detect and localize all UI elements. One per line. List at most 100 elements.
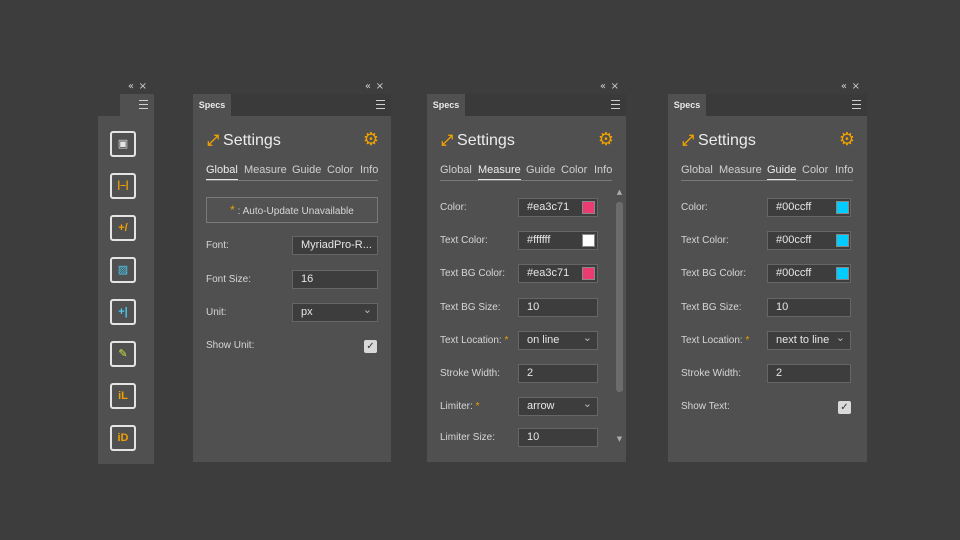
tool-measure-button[interactable]: |–|	[110, 173, 136, 199]
nav-color[interactable]: Color	[561, 164, 587, 176]
tools-tabbar-gap	[98, 94, 120, 116]
text-color-swatch[interactable]	[836, 234, 849, 247]
title-text: Settings	[457, 132, 515, 149]
expand-arrow-icon: ⤢	[441, 132, 454, 149]
gear-icon[interactable]: ⚙	[598, 129, 614, 150]
nav-info[interactable]: Info	[835, 164, 853, 176]
limiter-select[interactable]: arrow	[518, 397, 598, 416]
auto-update-label: : Auto-Update Unavailable	[237, 206, 354, 217]
select-value: next to line	[776, 334, 830, 346]
panel-tabbar: Specs	[668, 94, 867, 116]
tab-specs[interactable]: Specs	[668, 94, 706, 116]
collapse-icon[interactable]: «	[841, 81, 847, 93]
scroll-thumb[interactable]	[616, 202, 623, 392]
font-input[interactable]: MyriadPro-R...	[292, 236, 378, 255]
panel-tabbar: Specs	[427, 94, 626, 116]
text-bg-color-swatch[interactable]	[836, 267, 849, 280]
settings-nav: Global Measure Guide Color Info	[440, 164, 612, 180]
settings-nav: Global Measure Guide Color Info	[206, 164, 378, 180]
tool-frame-button[interactable]: ▣	[110, 131, 136, 157]
color-swatch[interactable]	[582, 201, 595, 214]
field-text-color: Text Color: #ffffff	[440, 231, 616, 252]
collapse-icon[interactable]: «	[600, 81, 606, 93]
nav-measure[interactable]: Measure	[478, 164, 521, 180]
panel-menu-icon[interactable]	[139, 100, 148, 109]
panel-menu-icon[interactable]	[376, 100, 385, 109]
nav-global[interactable]: Global	[440, 164, 472, 176]
font-size-input[interactable]: 16	[292, 270, 378, 289]
field-font-size: Font Size: 16	[206, 270, 381, 291]
color-swatch[interactable]	[836, 201, 849, 214]
auto-update-button[interactable]: * : Auto-Update Unavailable	[206, 197, 378, 223]
collapse-icon[interactable]: «	[365, 81, 371, 93]
tab-specs[interactable]: Specs	[193, 94, 231, 116]
nav-global[interactable]: Global	[206, 164, 238, 180]
text-bg-size-input[interactable]: 10	[518, 298, 598, 317]
field-text-location: Text Location: * on line	[440, 331, 616, 352]
field-text-bg-size: Text BG Size: 10	[440, 298, 616, 319]
collapse-icon[interactable]: «	[128, 81, 134, 93]
nav-color[interactable]: Color	[327, 164, 353, 176]
panel-header	[193, 80, 391, 94]
text-color-swatch[interactable]	[582, 234, 595, 247]
nav-divider	[440, 180, 612, 181]
color-picker-icon: ✎	[118, 348, 128, 360]
field-stroke-width: Stroke Width: 2	[440, 364, 616, 385]
limiter-size-input[interactable]: 10	[518, 428, 598, 447]
panel-menu-icon[interactable]	[852, 100, 861, 109]
field-text-color: Text Color: #00ccff	[681, 231, 857, 252]
tool-info-l-button[interactable]: iL	[110, 383, 136, 409]
unit-select[interactable]: px	[292, 303, 378, 322]
tool-color-button[interactable]: ✎	[110, 341, 136, 367]
scroll-down-icon[interactable]: ▼	[615, 435, 624, 443]
panel-header	[427, 80, 626, 94]
text-location-select[interactable]: next to line	[767, 331, 851, 350]
nav-global[interactable]: Global	[681, 164, 713, 176]
field-label: Limiter Size:	[440, 432, 496, 443]
close-icon[interactable]: ×	[376, 81, 384, 93]
settings-nav: Global Measure Guide Color Info	[681, 164, 853, 180]
field-label: Text Color:	[681, 235, 729, 246]
stroke-width-input[interactable]: 2	[767, 364, 851, 383]
field-show-unit: Show Unit: ✓	[206, 336, 381, 357]
text-bg-size-input[interactable]: 10	[767, 298, 851, 317]
star-icon: *	[504, 335, 509, 346]
tool-info-d-button[interactable]: iD	[110, 425, 136, 451]
label-text: Limiter:	[440, 401, 473, 412]
tab-specs[interactable]: Specs	[427, 94, 465, 116]
panel-menu-icon[interactable]	[611, 100, 620, 109]
label-text: Text Location:	[440, 335, 502, 346]
nav-measure[interactable]: Measure	[719, 164, 762, 176]
text-bg-color-swatch[interactable]	[582, 267, 595, 280]
bounding-box-icon: ▨	[117, 264, 129, 276]
nav-info[interactable]: Info	[360, 164, 378, 176]
tool-note-button[interactable]: +/	[110, 215, 136, 241]
field-label: Text BG Size:	[440, 302, 501, 313]
show-text-checkbox[interactable]: ✓	[838, 401, 851, 414]
field-label: Unit:	[206, 307, 227, 318]
nav-measure[interactable]: Measure	[244, 164, 287, 176]
field-label: Font Size:	[206, 274, 252, 285]
field-label: Show Unit:	[206, 340, 255, 351]
close-icon[interactable]: ×	[852, 81, 860, 93]
nav-color[interactable]: Color	[802, 164, 828, 176]
field-label: Font:	[206, 240, 229, 251]
show-unit-checkbox[interactable]: ✓	[364, 340, 377, 353]
gear-icon[interactable]: ⚙	[363, 129, 379, 150]
nav-info[interactable]: Info	[594, 164, 612, 176]
text-location-select[interactable]: on line	[518, 331, 598, 350]
nav-guide[interactable]: Guide	[292, 164, 321, 176]
stroke-width-input[interactable]: 2	[518, 364, 598, 383]
vertical-scrollbar[interactable]: ▲ ▼	[615, 188, 624, 443]
tool-guide-button[interactable]: +|	[110, 299, 136, 325]
add-guide-icon: +|	[118, 306, 128, 318]
page-title: ⤢ Settings	[682, 132, 756, 150]
nav-guide[interactable]: Guide	[526, 164, 555, 176]
tool-bounds-button[interactable]: ▨	[110, 257, 136, 283]
scroll-up-icon[interactable]: ▲	[615, 188, 624, 196]
field-font: Font: MyriadPro-R...	[206, 236, 381, 257]
close-icon[interactable]: ×	[611, 81, 619, 93]
close-icon[interactable]: ×	[139, 81, 147, 93]
gear-icon[interactable]: ⚙	[839, 129, 855, 150]
nav-guide[interactable]: Guide	[767, 164, 797, 180]
